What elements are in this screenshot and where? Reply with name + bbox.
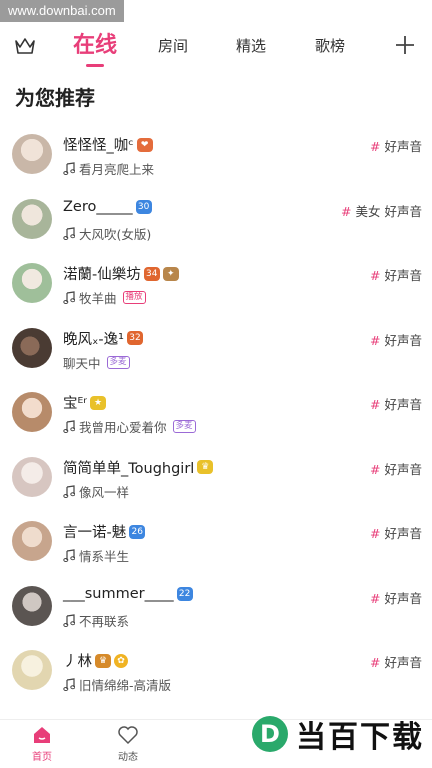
music-note-icon [63, 484, 75, 498]
heart-icon [118, 726, 138, 745]
tab-featured[interactable]: 精选 [230, 22, 272, 70]
user-name: 怪怪怪_咖ᶜ ❤ [63, 134, 153, 155]
level-badge: 30 [135, 199, 152, 214]
plus-icon[interactable] [394, 34, 416, 56]
list-item[interactable]: Zero_____ 30 大风吹(女版) # 美女 好声音 [0, 189, 432, 254]
status-pill: 多麦 [172, 420, 196, 433]
tab-charts[interactable]: 歌榜 [309, 22, 351, 70]
user-status: 聊天中 多麦 [63, 353, 130, 372]
music-note-icon [63, 420, 75, 433]
tag-list: # 好声音 [370, 332, 422, 348]
list-item[interactable]: 渃蘭-仙樂坊 34 ✦ 牧羊曲 播放 # 好声音 [0, 253, 432, 318]
user-name: 晚风ₓ-逸¹ 32 [63, 328, 143, 349]
tag-list: # 美女 好声音 [341, 203, 422, 219]
tag-list: # 好声音 [370, 139, 422, 154]
avatar[interactable] [12, 585, 52, 626]
avatar[interactable] [12, 263, 52, 303]
user-list: 怪怪怪_咖ᶜ ❤ 看月亮爬上来 # 好声音 Zero_____ 30 大风吹(女版) … [0, 124, 432, 705]
level-badge: ♛ [197, 460, 214, 474]
user-name: 渃蘭-仙樂坊 34 ✦ [63, 263, 179, 284]
list-item[interactable]: 怪怪怪_咖ᶜ ❤ 看月亮爬上来 # 好声音 [0, 124, 432, 189]
tab-online[interactable]: 在线 [70, 22, 120, 70]
bottom-nav: 首页 动态 D 当百下载 [0, 716, 432, 768]
user-status: 牧羊曲 播放 [63, 288, 146, 307]
list-item[interactable]: 晚风ₓ-逸¹ 32 聊天中 多麦 # 好声音 [0, 318, 432, 383]
tag-list: # 好声音 [370, 268, 422, 283]
user-name: Zero_____ 30 [63, 199, 152, 215]
avatar[interactable] [12, 327, 52, 368]
level-badge: ❤ [136, 137, 153, 152]
user-name: 言一诺-魅 26 [63, 521, 146, 542]
tag-list: # 好声音 [370, 397, 422, 412]
medal-badge: ✦ [162, 266, 179, 281]
tag-list: # 好声音 [370, 590, 422, 606]
tag-list: # 好声音 [370, 655, 422, 670]
tag-list: # 好声音 [370, 526, 422, 541]
medal-badge: ✿ [114, 653, 128, 668]
music-note-icon [63, 678, 75, 691]
user-status: 旧情绵绵-高清版 [63, 675, 171, 694]
nav-moments[interactable]: 动态 [98, 724, 158, 763]
status-pill: 多麦 [106, 355, 130, 369]
top-tabbar: 在线 房间 精选 歌榜 [0, 22, 432, 70]
user-name: 宝ᴱʳ ★ [63, 392, 107, 413]
level-badge: 22 [176, 586, 193, 601]
avatar[interactable] [12, 456, 52, 497]
avatar[interactable] [12, 134, 52, 174]
section-title: 为您推荐 [15, 86, 95, 110]
list-item[interactable]: 丿林 ♛ ✿ 旧情绵绵-高清版 # 好声音 [0, 640, 432, 705]
tab-rooms[interactable]: 房间 [152, 22, 194, 70]
music-note-icon [63, 613, 75, 627]
avatar[interactable] [12, 392, 52, 432]
home-icon [34, 727, 50, 743]
level-badge: ★ [90, 395, 107, 410]
active-tab-underline [86, 64, 104, 67]
svg-text:D: D [260, 720, 280, 748]
avatar[interactable] [12, 198, 52, 239]
user-status: 看月亮爬上来 [63, 159, 154, 178]
avatar[interactable] [12, 650, 52, 690]
level-badge: 26 [129, 524, 146, 539]
watermark-url: www.downbai.com [0, 0, 124, 22]
list-item[interactable]: 宝ᴱʳ ★ 我曾用心爱着你 多麦 # 好声音 [0, 382, 432, 447]
level-badge: ♛ [95, 653, 111, 668]
crown-icon[interactable] [14, 36, 36, 56]
logo-icon: D [252, 716, 288, 752]
user-status: 大风吹(女版) [63, 224, 151, 243]
list-item[interactable]: 言一诺-魅 26 情系半生 # 好声音 [0, 511, 432, 576]
user-name: 丿林 ♛ ✿ [63, 650, 128, 671]
status-pill: 播放 [122, 291, 146, 304]
user-status: 像风一样 [63, 482, 129, 501]
music-note-icon [63, 291, 75, 304]
avatar[interactable] [12, 521, 52, 561]
watermark-logo: D 当百下载 [250, 710, 424, 758]
music-note-icon [63, 226, 75, 240]
user-name: ___summer____ 22 [63, 586, 193, 602]
user-status: 我曾用心爱着你 多麦 [63, 417, 196, 436]
nav-home[interactable]: 首页 [12, 724, 72, 763]
tag-list: # 好声音 [370, 461, 422, 477]
level-badge: 34 [143, 266, 160, 281]
list-item[interactable]: 简简单单_Toughgirl ♛ 像风一样 # 好声音 [0, 447, 432, 512]
list-item[interactable]: ___summer____ 22 不再联系 # 好声音 [0, 576, 432, 641]
user-status: 不再联系 [63, 611, 129, 630]
user-name: 简简单单_Toughgirl ♛ [63, 457, 214, 478]
user-status: 情系半生 [63, 546, 129, 565]
music-note-icon [63, 162, 75, 175]
music-note-icon [63, 549, 75, 562]
level-badge: 32 [126, 331, 143, 345]
